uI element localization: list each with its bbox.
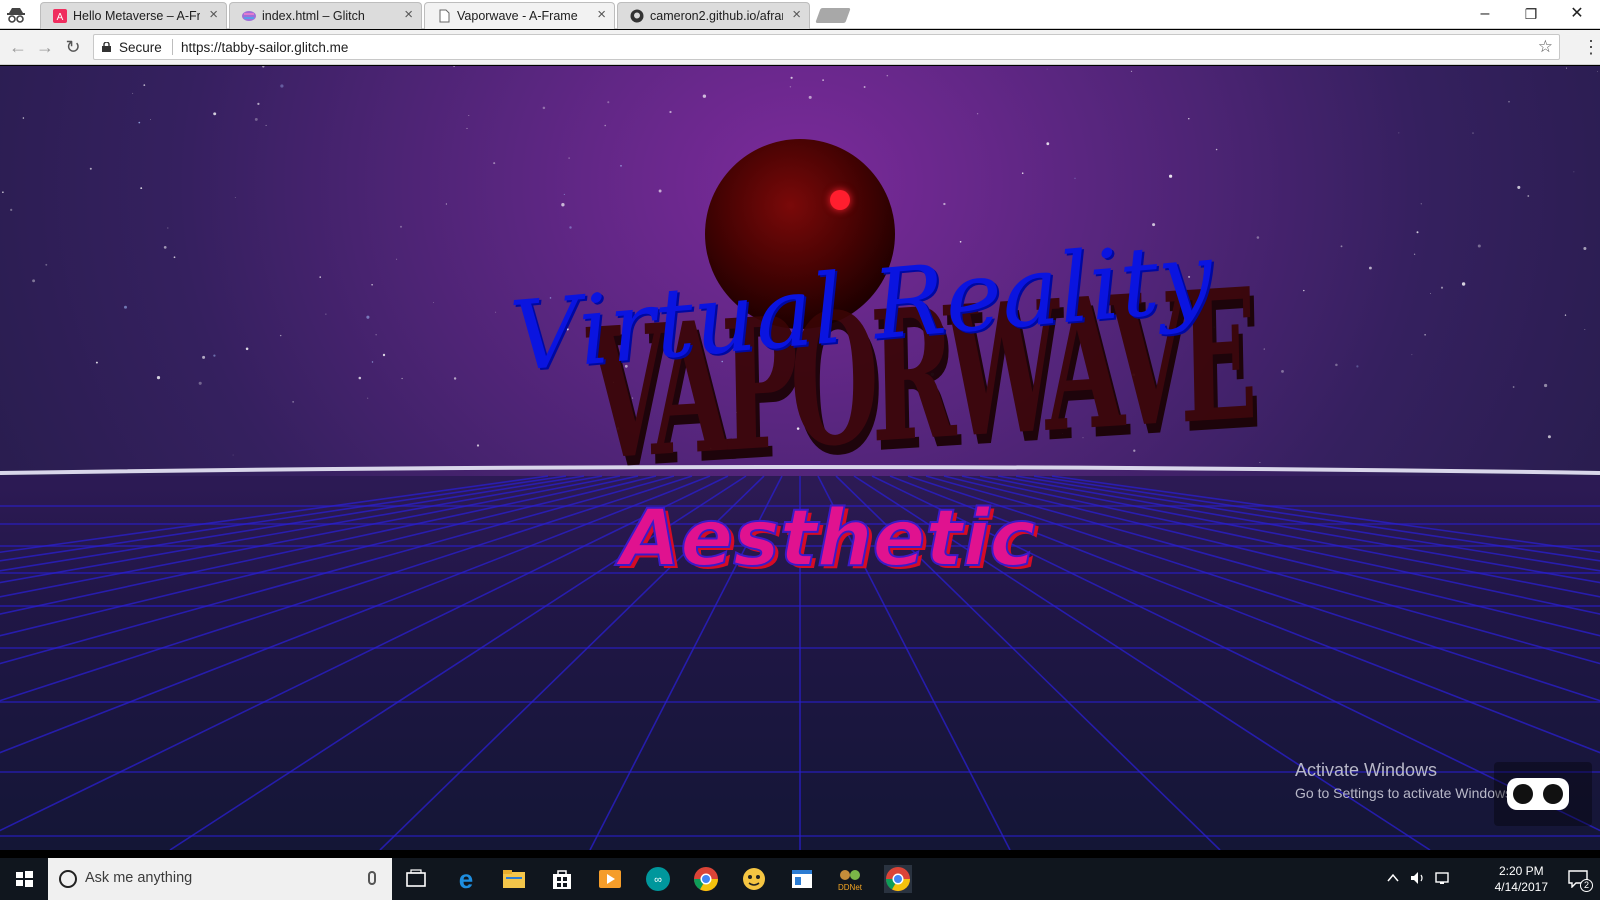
cortana-search[interactable]: Ask me anything [48, 858, 392, 900]
grid-line [0, 475, 585, 572]
glitch-icon [242, 11, 256, 21]
svg-text:A: A [57, 12, 64, 23]
store-icon[interactable] [548, 865, 576, 893]
tab-github[interactable]: cameron2.github.io/afran × [617, 2, 810, 29]
arduino-icon[interactable]: ∞ [644, 865, 672, 893]
back-button[interactable]: ← [6, 36, 30, 60]
grid-line [0, 475, 603, 584]
bookmark-star-icon[interactable]: ☆ [1538, 37, 1553, 57]
notification-count: 2 [1580, 879, 1593, 892]
vr-goggles-icon [1507, 778, 1569, 810]
watermark-subtitle: Go to Settings to activate Windows. [1295, 785, 1516, 801]
minimize-button[interactable]: – [1462, 2, 1508, 28]
grid-line [0, 475, 621, 598]
chrome-active-icon[interactable] [884, 865, 912, 893]
tab-title: Vaporwave - A-Frame [457, 9, 578, 23]
chrome-menu-button[interactable]: ⋮ [1582, 36, 1600, 58]
close-tab-icon[interactable]: × [404, 7, 413, 23]
tab-glitch[interactable]: index.html – Glitch × [229, 2, 422, 29]
file-explorer-icon[interactable] [500, 865, 528, 893]
grid-line [0, 475, 639, 615]
address-bar[interactable]: Secure https://tabby-sailor.glitch.me ☆ [93, 34, 1560, 60]
network-icon[interactable] [1434, 871, 1452, 885]
task-view-icon[interactable] [402, 865, 430, 893]
search-placeholder: Ask me anything [85, 870, 193, 886]
github-icon [630, 9, 644, 23]
grid-line [0, 475, 693, 702]
new-tab-button[interactable] [815, 8, 851, 23]
watermark-title: Activate Windows [1295, 760, 1438, 780]
svg-text:∞: ∞ [654, 874, 662, 886]
url-text[interactable]: https://tabby-sailor.glitch.me [181, 40, 348, 55]
secure-label: Secure [119, 40, 162, 55]
cortana-icon [59, 870, 77, 888]
clock-time: 2:20 PM [1498, 864, 1544, 878]
edge-icon[interactable]: e [452, 865, 480, 893]
divider [172, 39, 173, 55]
aframe-scene[interactable]: VAPORWAVE Virtual Reality Aesthetic Acti… [0, 66, 1600, 850]
grid-line [0, 475, 711, 754]
svg-text:DDNet: DDNet [838, 883, 863, 892]
action-center-button[interactable]: 2 [1568, 870, 1593, 892]
aesthetic-text: Aesthetic [619, 494, 1037, 584]
volume-icon[interactable] [1410, 871, 1426, 885]
reload-button[interactable]: ↻ [61, 36, 85, 60]
close-tab-icon[interactable]: × [209, 7, 218, 23]
sphere-red-light [830, 190, 850, 210]
character-icon[interactable] [740, 865, 768, 893]
start-button[interactable] [0, 858, 48, 900]
aframe-icon: A [53, 9, 67, 23]
browser-toolbar: ← → ↻ Secure https://tabby-sailor.glitch… [0, 30, 1600, 65]
tab-hello-metaverse[interactable]: A Hello Metaverse – A-Fran × [40, 2, 227, 29]
close-window-button[interactable]: ✕ [1554, 2, 1600, 28]
tab-strip: A Hello Metaverse – A-Fran × index.html … [0, 0, 1600, 29]
chevron-up-icon[interactable] [1386, 872, 1400, 884]
close-tab-icon[interactable]: × [597, 7, 606, 23]
activate-windows-watermark: Activate Windows Go to Settings to activ… [1295, 760, 1516, 801]
vr-lens-left [1513, 784, 1533, 804]
enter-vr-button[interactable] [1494, 762, 1592, 826]
tab-title: Hello Metaverse – A-Fran [73, 9, 200, 23]
close-tab-icon[interactable]: × [792, 7, 801, 23]
grid-line [0, 475, 549, 554]
svg-text:e: e [459, 865, 473, 893]
tab-vaporwave[interactable]: Vaporwave - A-Frame × [424, 2, 615, 29]
lock-icon [102, 42, 111, 52]
restore-button[interactable]: ❐ [1508, 2, 1554, 28]
app-window-icon[interactable] [788, 865, 816, 893]
incognito-icon [7, 8, 25, 23]
vr-lens-right [1543, 784, 1563, 804]
chrome-icon[interactable] [692, 865, 720, 893]
tab-title: cameron2.github.io/afran [650, 9, 783, 23]
page-icon [439, 9, 450, 23]
clock-date: 4/14/2017 [1494, 880, 1548, 894]
media-player-icon[interactable] [596, 865, 624, 893]
clock[interactable]: 2:20 PM 4/14/2017 [1495, 863, 1548, 895]
forward-button[interactable]: → [33, 36, 57, 60]
microphone-icon[interactable] [368, 871, 376, 885]
ddnet-icon[interactable]: DDNet [836, 865, 864, 893]
system-tray: 2:20 PM 4/14/2017 2 [1370, 858, 1600, 900]
tab-title: index.html – Glitch [262, 9, 365, 23]
windows-taskbar: Ask me anything e ∞ DDNet 2:20 PM 4/14/2… [0, 858, 1600, 900]
